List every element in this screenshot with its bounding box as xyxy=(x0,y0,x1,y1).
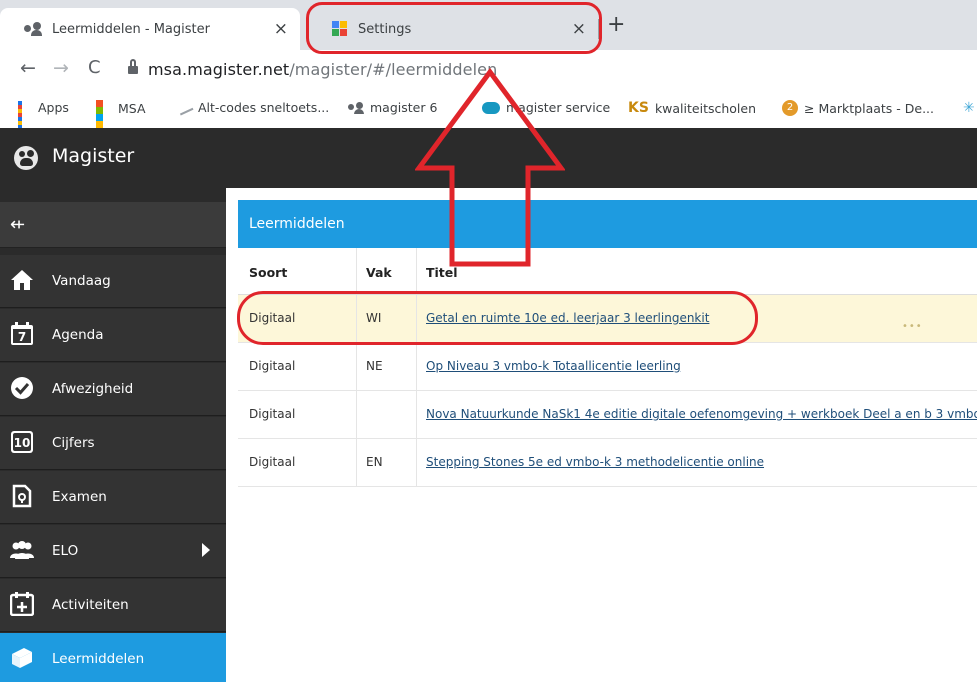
calendar-icon: 7 xyxy=(11,322,33,345)
sidebar-item-label: ELO xyxy=(52,543,79,559)
table-row[interactable]: Digitaal Nova Natuurkunde NaSk1 4e editi… xyxy=(238,391,977,439)
sidebar-item-cijfers[interactable]: 10 Cijfers xyxy=(0,417,226,470)
sidebar-item-afwezigheid[interactable]: Afwezigheid xyxy=(0,363,226,416)
annotation-tab-highlight xyxy=(306,2,602,54)
column-header-vak[interactable]: Vak xyxy=(366,265,392,280)
books-icon xyxy=(12,648,32,668)
sidebar-item-agenda[interactable]: 7 Agenda xyxy=(0,309,226,362)
panel-title: Leermiddelen xyxy=(249,216,345,232)
lock-icon[interactable] xyxy=(128,59,138,74)
marktplaats-icon: 2 xyxy=(782,100,798,116)
chevron-right-icon[interactable] xyxy=(202,543,210,557)
table-row[interactable]: Digitaal NE Op Niveau 3 vmbo-k Totaallic… xyxy=(238,343,977,391)
annotation-row-highlight xyxy=(237,291,758,345)
cell-titel-link[interactable]: Nova Natuurkunde NaSk1 4e editie digital… xyxy=(426,407,977,421)
reload-button[interactable]: C xyxy=(88,57,101,79)
column-divider xyxy=(416,391,417,438)
cell-vak: EN xyxy=(366,455,383,469)
bookmark-apps[interactable]: Apps xyxy=(18,100,69,137)
bookmark-label: MSA xyxy=(118,100,146,116)
group-icon xyxy=(10,541,34,559)
svg-text:7: 7 xyxy=(18,330,26,344)
sidebar-item-leermiddelen[interactable]: Leermiddelen xyxy=(0,633,226,682)
bookmark-label: ≥ Marktplaats - De... xyxy=(804,100,935,116)
sidebar-item-label: Vandaag xyxy=(52,273,111,289)
sidebar-item-label: Leermiddelen xyxy=(52,651,145,667)
sidebar-item-label: Activiteiten xyxy=(52,597,129,613)
collapse-menu-icon: ⇷ xyxy=(10,214,26,235)
home-icon xyxy=(11,270,33,290)
column-divider xyxy=(356,343,357,390)
new-tab-button[interactable]: + xyxy=(607,13,625,37)
sidebar-item-label: Afwezigheid xyxy=(52,381,134,397)
sidebar-item-label: Examen xyxy=(52,489,107,505)
leermiddelen-table: Soort Vak Titel Digitaal WI Getal en rui… xyxy=(238,248,977,487)
cell-titel-link[interactable]: Stepping Stones 5e ed vmbo-k 3 methodeli… xyxy=(426,455,764,469)
star-icon: ✳ xyxy=(963,100,975,116)
tab-leermiddelen[interactable]: Leermiddelen - Magister × xyxy=(0,8,300,50)
table-row[interactable]: Digitaal EN Stepping Stones 5e ed vmbo-k… xyxy=(238,439,977,487)
ks-icon: KS xyxy=(628,100,649,116)
cell-titel-link[interactable]: Op Niveau 3 vmbo-k Totaallicentie leerli… xyxy=(426,359,681,373)
check-icon xyxy=(11,377,33,399)
panel-header: Leermiddelen xyxy=(238,200,977,248)
main-content: Leermiddelen Soort Vak Titel Digitaal WI… xyxy=(226,188,977,682)
bookmark-alt-codes[interactable]: Alt-codes sneltoets... xyxy=(176,100,330,115)
tab-close-icon[interactable]: × xyxy=(274,19,288,39)
bookmark-label: Apps xyxy=(38,100,69,115)
column-divider xyxy=(416,343,417,390)
bookmark-marktplaats[interactable]: 2 ≥ Marktplaats - De... xyxy=(782,100,934,116)
sidebar: ⇷ Vandaag 7 Agenda Afwezigheid 10 Cijfer… xyxy=(0,188,226,682)
magister-logo-icon xyxy=(14,146,38,170)
cell-soort: Digitaal xyxy=(249,455,296,469)
app-title: Magister xyxy=(52,145,135,167)
column-divider xyxy=(356,439,357,486)
bookmark-msa[interactable]: MSA xyxy=(96,100,146,128)
exam-icon xyxy=(12,484,32,508)
bookmark-kwaliteitscholen[interactable]: KS kwaliteitscholen xyxy=(628,100,756,116)
column-divider xyxy=(356,391,357,438)
tab-title: Leermiddelen - Magister xyxy=(52,21,210,37)
table-header: Soort Vak Titel xyxy=(238,248,977,295)
pen-icon xyxy=(176,100,194,115)
people-icon xyxy=(348,101,364,114)
forward-button[interactable]: → xyxy=(53,57,69,79)
sidebar-item-vandaag[interactable]: Vandaag xyxy=(0,255,226,308)
svg-text:10: 10 xyxy=(14,436,31,450)
bookmark-label: Alt-codes sneltoets... xyxy=(198,100,330,115)
back-button[interactable]: ← xyxy=(20,57,36,79)
row-menu-icon[interactable]: ••• xyxy=(902,321,923,332)
sidebar-item-elo[interactable]: ELO xyxy=(0,525,226,578)
cell-soort: Digitaal xyxy=(249,407,296,421)
cell-vak: NE xyxy=(366,359,383,373)
column-divider xyxy=(356,248,357,294)
microsoft-icon xyxy=(96,100,112,128)
sidebar-item-activiteiten[interactable]: Activiteiten xyxy=(0,579,226,632)
activities-icon xyxy=(10,592,34,616)
sidebar-item-examen[interactable]: Examen xyxy=(0,471,226,524)
people-icon xyxy=(24,22,42,36)
annotation-up-arrow xyxy=(415,68,565,267)
column-divider xyxy=(416,439,417,486)
grades-icon: 10 xyxy=(11,431,33,453)
url-host: msa.magister.net xyxy=(148,60,290,79)
sidebar-item-label: Agenda xyxy=(52,327,104,343)
bookmark-overflow[interactable]: ✳ xyxy=(963,100,975,116)
bookmark-label: kwaliteitscholen xyxy=(654,100,757,116)
sidebar-collapse-button[interactable]: ⇷ xyxy=(0,202,226,248)
apps-grid-icon xyxy=(18,100,32,137)
cell-soort: Digitaal xyxy=(249,359,296,373)
sidebar-item-label: Cijfers xyxy=(52,435,95,451)
column-header-soort[interactable]: Soort xyxy=(249,265,287,280)
